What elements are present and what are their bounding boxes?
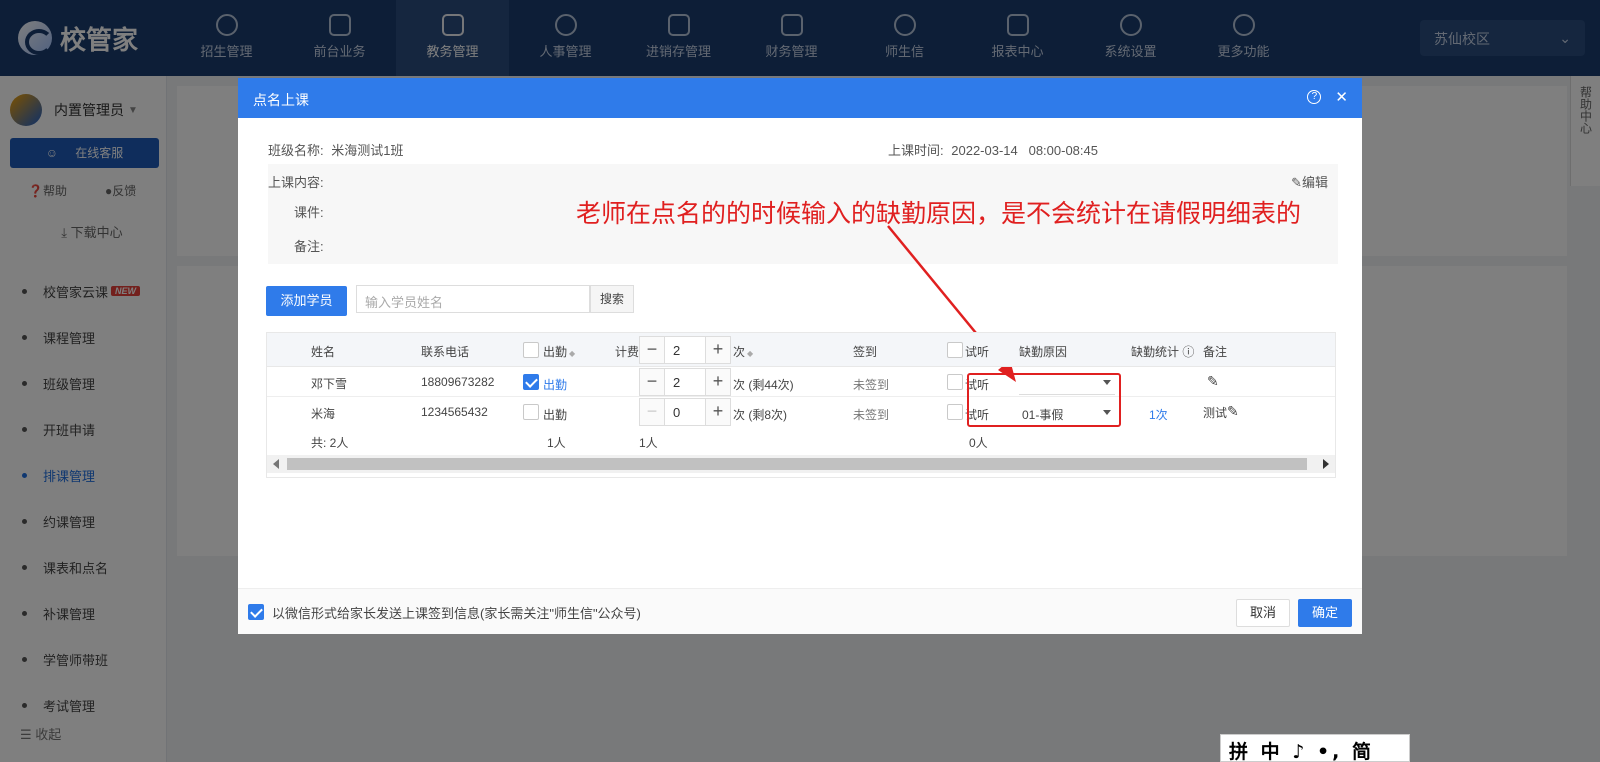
modal-header: 点名上课 ? ✕	[238, 78, 1362, 118]
attend-count: 1人	[547, 436, 566, 450]
col-attend[interactable]: 出勤 ◆	[543, 343, 575, 360]
col-note: 备注	[1203, 345, 1228, 359]
class-time: 2022-03-14 08:00-08:45	[951, 143, 1098, 158]
col-phone: 联系电话	[421, 345, 470, 359]
horizontal-scrollbar[interactable]	[267, 455, 1335, 473]
col-trial: 试听	[965, 345, 990, 359]
sort-icon: ◆	[747, 349, 754, 358]
help-icon[interactable]: ?	[1307, 90, 1322, 104]
attendance-modal: 点名上课 ? ✕ 班级名称: 米海测试1班 上课时间: 2022-03-14 0…	[238, 78, 1362, 634]
note-text: 测试	[1203, 406, 1228, 420]
sort-icon: ◆	[569, 349, 576, 358]
student-name: 米海	[311, 407, 336, 421]
student-phone: 1234565432	[421, 405, 488, 419]
scroll-left-icon[interactable]	[273, 459, 279, 469]
wechat-notify-label: 以微信形式给家长发送上课签到信息(家长需关注"师生信"公众号)	[272, 606, 641, 621]
remaining-times: 次 (剩44次)	[733, 378, 794, 392]
col-absence-stat: 缺勤统计 ⓘ	[1131, 345, 1195, 359]
col-absence-reason: 缺勤原因	[1019, 345, 1068, 359]
col-times: 次 ◆	[733, 345, 754, 359]
modal-title: 点名上课	[253, 92, 309, 108]
content-label: 上课内容:	[268, 175, 324, 190]
minus-icon[interactable]: −	[640, 399, 664, 425]
annotation-text: 老师在点名的的时候输入的缺勤原因，是不会统计在请假明细表的	[576, 199, 1302, 228]
class-name-row: 班级名称: 米海测试1班	[268, 143, 404, 158]
signin-status: 未签到	[853, 408, 890, 422]
table-header: 姓名 联系电话 出勤 ◆ 计费 − 2 + 次 ◆ 签到 试听 缺勤原因 缺勤统计 …	[267, 333, 1335, 367]
scroll-right-icon[interactable]	[1323, 459, 1329, 469]
edit-note-icon[interactable]: ✎	[1207, 373, 1219, 390]
remaining-times: 次 (剩8次)	[733, 408, 788, 422]
plus-icon[interactable]: +	[706, 369, 730, 395]
edit-icon: ✎	[1291, 175, 1302, 190]
student-phone: 18809673282	[421, 375, 495, 389]
fee-stepper[interactable]: − 2 +	[639, 368, 731, 396]
class-name: 米海测试1班	[331, 143, 404, 158]
absence-count-link[interactable]: 1次	[1149, 406, 1168, 423]
ime-toolbar[interactable]: 拼 中 ♪ •, 简 ⚙ :	[1220, 734, 1410, 762]
scrollbar-thumb[interactable]	[287, 458, 1307, 470]
attend-label: 出勤	[543, 408, 568, 422]
class-time-row: 上课时间: 2022-03-14 08:00-08:45	[888, 143, 1098, 158]
student-search-input[interactable]: 输入学员姓名	[356, 285, 590, 313]
plus-icon[interactable]: +	[706, 399, 730, 425]
attend-checkbox[interactable]	[523, 404, 539, 420]
student-name: 邓下雪	[311, 377, 348, 391]
close-icon[interactable]: ✕	[1335, 88, 1348, 106]
attend-all-checkbox[interactable]	[523, 342, 539, 358]
attend-label: 出勤	[543, 378, 568, 392]
info-icon: ⓘ	[1182, 345, 1195, 359]
trial-all-checkbox[interactable]	[947, 342, 963, 358]
minus-icon[interactable]: −	[640, 369, 664, 395]
attend-checkbox[interactable]	[523, 374, 539, 390]
confirm-button[interactable]: 确定	[1298, 599, 1352, 627]
edit-button[interactable]: ✎编辑	[1291, 172, 1328, 191]
plus-icon[interactable]: +	[706, 337, 730, 363]
add-student-button[interactable]: 添加学员	[266, 286, 347, 316]
trial-checkbox[interactable]	[947, 404, 963, 420]
edit-note-icon[interactable]: ✎	[1227, 403, 1239, 420]
minus-icon[interactable]: −	[640, 337, 664, 363]
fee-stepper-all[interactable]: − 2 +	[639, 336, 731, 364]
col-fee: 计费	[615, 345, 640, 359]
cancel-button[interactable]: 取消	[1236, 599, 1290, 627]
annotation-highlight-box	[967, 373, 1121, 427]
student-table: 姓名 联系电话 出勤 ◆ 计费 − 2 + 次 ◆ 签到 试听 缺勤原因 缺勤统计 …	[266, 332, 1336, 478]
search-button[interactable]: 搜索	[590, 285, 634, 313]
trial-count: 0人	[969, 436, 988, 450]
col-signin: 签到	[853, 345, 878, 359]
signin-status: 未签到	[853, 378, 890, 392]
col-name: 姓名	[311, 345, 336, 359]
remark-label: 备注:	[294, 239, 324, 254]
total-count: 共: 2人	[311, 436, 349, 450]
trial-checkbox[interactable]	[947, 374, 963, 390]
courseware-label: 课件:	[294, 205, 324, 220]
fee-stepper[interactable]: − 0 +	[639, 398, 731, 426]
fee-count: 1人	[639, 436, 658, 450]
modal-footer: 以微信形式给家长发送上课签到信息(家长需关注"师生信"公众号) 取消 确定	[238, 588, 1362, 634]
wechat-notify-checkbox[interactable]	[248, 604, 264, 620]
